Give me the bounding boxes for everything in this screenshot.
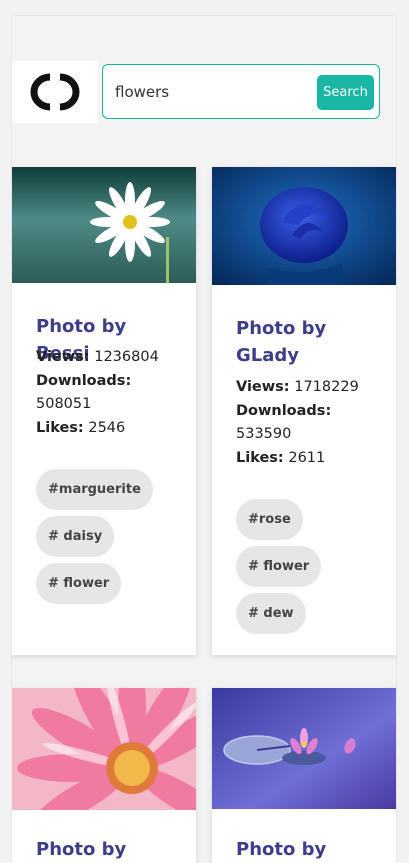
downloads-value: 508051 xyxy=(36,396,92,412)
card-title[interactable]: Photo by GLady xyxy=(236,315,386,369)
photo-card[interactable]: Photo by xyxy=(212,688,396,863)
pink-gerbera-photo xyxy=(12,688,196,810)
views-label: Views: xyxy=(36,349,90,365)
likes-value: 2611 xyxy=(288,449,326,466)
likes-row: Likes: 2546 xyxy=(36,417,186,441)
downloads-label: Downloads: xyxy=(236,402,332,419)
downloads-row: Downloads: 508051 xyxy=(36,370,186,417)
tag-chip[interactable]: # flower xyxy=(236,546,322,587)
downloads-label: Downloads: xyxy=(36,372,132,389)
photo-card[interactable]: Photo by xyxy=(12,688,196,863)
views-value: 1236804 xyxy=(94,349,159,365)
views-value: 1718229 xyxy=(294,379,359,395)
card-title[interactable]: Photo by xyxy=(36,836,186,863)
tag-chip[interactable]: #rose xyxy=(236,499,303,540)
downloads-value: 533590 xyxy=(236,426,292,442)
likes-value: 2546 xyxy=(88,419,126,436)
blue-rose-photo xyxy=(212,167,396,285)
brand-logo[interactable] xyxy=(12,61,98,123)
likes-label: Likes: xyxy=(236,449,284,466)
card-title[interactable]: Photo by xyxy=(236,836,386,863)
card-stats: Views: 1718229 Downloads: 533590 Likes: 2… xyxy=(236,376,386,470)
likes-row: Likes: 2611 xyxy=(236,447,386,471)
views-label: Views: xyxy=(236,379,290,395)
search-button[interactable]: Search xyxy=(317,75,374,110)
tag-chip[interactable]: #marguerite xyxy=(36,469,153,510)
likes-label: Likes: xyxy=(36,419,84,436)
views-row: Views: 1236804 xyxy=(36,346,186,370)
search-input[interactable] xyxy=(103,65,303,118)
daisy-photo xyxy=(12,167,196,283)
tag-chip[interactable]: # dew xyxy=(236,593,306,634)
tag-chip[interactable]: # flower xyxy=(36,563,122,604)
app-frame: Search xyxy=(12,16,396,863)
photo-card[interactable]: Photo by Bessi Views: 1236804 Downloads:… xyxy=(12,167,196,655)
downloads-row: Downloads: 533590 xyxy=(236,400,386,447)
chanel-logo-icon xyxy=(30,73,80,111)
views-row: Views: 1718229 xyxy=(236,376,386,400)
tag-chip[interactable]: # daisy xyxy=(36,516,115,557)
photo-card[interactable]: Photo by GLady Views: 1718229 Downloads:… xyxy=(212,167,396,655)
card-stats: Views: 1236804 Downloads: 508051 Likes: 2… xyxy=(36,346,186,440)
header: Search xyxy=(12,16,396,167)
water-lily-photo xyxy=(212,688,396,809)
search-form: Search xyxy=(102,64,380,119)
